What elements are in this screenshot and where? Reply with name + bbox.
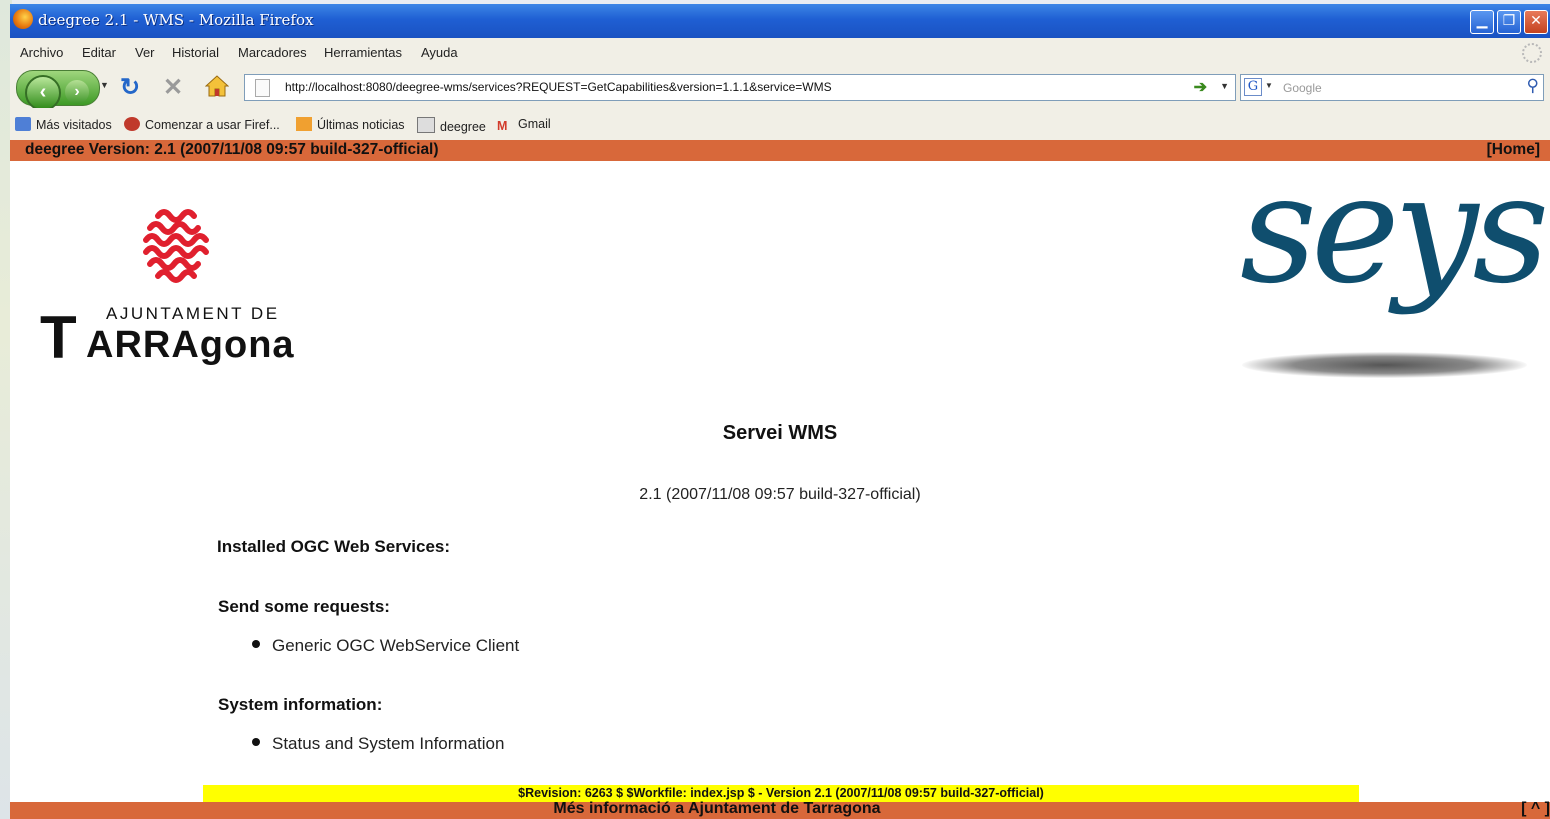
throbber-icon [1522, 43, 1542, 63]
url-dropdown-icon[interactable]: ▼ [1220, 81, 1229, 91]
logo-letter-t: T [40, 304, 77, 371]
bookmark-deegree[interactable]: deegree [417, 117, 486, 134]
tarragona-emblem [143, 209, 209, 283]
bullet-icon [252, 640, 260, 648]
browser-window: deegree 2.1 - WMS - Mozilla Firefox ▁ ❐ … [10, 4, 1550, 819]
seys-shadow [1242, 352, 1527, 378]
menu-bar: Archivo Editar Ver Historial Marcadores … [10, 38, 1550, 66]
status-link[interactable]: Status and System Information [272, 734, 504, 753]
window-title: deegree 2.1 - WMS - Mozilla Firefox [38, 11, 314, 29]
logo-line-ajuntament: AJUNTAMENT DE [106, 304, 280, 323]
page-version: 2.1 (2007/11/08 09:57 build-327-official… [639, 486, 921, 503]
firefox-bookmark-icon [124, 117, 140, 131]
title-bar[interactable]: deegree 2.1 - WMS - Mozilla Firefox ▁ ❐ … [10, 4, 1550, 38]
system-info-heading: System information: [218, 695, 383, 714]
version-text: deegree Version: 2.1 (2007/11/08 09:57 b… [25, 141, 439, 158]
go-arrow-icon[interactable]: ➔ [1194, 77, 1207, 97]
footer-link[interactable]: Més informació a Ajuntament de Tarragona [10, 800, 1424, 818]
back-forward-group: ‹ › [16, 70, 100, 111]
gmail-icon: M [497, 119, 508, 133]
bookmarks-toolbar: Más visitados Comenzar a usar Firef... Ú… [10, 108, 1550, 140]
search-icon[interactable]: ⚲ [1527, 76, 1539, 96]
menu-marcadores[interactable]: Marcadores [238, 45, 307, 60]
close-button[interactable]: ✕ [1524, 10, 1548, 34]
send-requests-heading: Send some requests: [218, 597, 390, 616]
url-text[interactable]: http://localhost:8080/deegree-wms/servic… [285, 80, 832, 94]
menu-herramientas[interactable]: Herramientas [324, 45, 402, 60]
folder-icon [15, 117, 31, 131]
bookmark-getting-started[interactable]: Comenzar a usar Firef... [124, 117, 280, 132]
logo-word-tarragona: ARRAgona [86, 324, 295, 366]
menu-ayuda[interactable]: Ayuda [421, 45, 458, 60]
back-button[interactable]: ‹ [25, 75, 61, 111]
menu-ver[interactable]: Ver [135, 45, 155, 60]
navigation-toolbar: ‹ › ▼ ↻ ✕ http://localhost:8080/deegree-… [10, 66, 1550, 111]
page-icon [255, 79, 270, 97]
engine-dropdown-icon[interactable]: ▼ [1265, 81, 1273, 90]
page-title: Servei WMS [722, 422, 838, 444]
bookmark-gmail[interactable]: M Gmail [497, 117, 551, 133]
tarragona-logo: AJUNTAMENT DE T ARRAgona [38, 204, 313, 379]
list-item-status: Status and System Information [252, 734, 504, 754]
menu-editar[interactable]: Editar [82, 45, 116, 60]
home-icon[interactable] [205, 75, 229, 97]
search-bar[interactable]: G ▼ Google ⚲ [1240, 74, 1544, 101]
seys-wordmark: seys [1240, 143, 1549, 317]
reload-icon[interactable]: ↻ [120, 73, 140, 102]
stop-icon[interactable]: ✕ [163, 73, 183, 102]
seys-logo: seys [1240, 150, 1549, 390]
menu-archivo[interactable]: Archivo [20, 45, 63, 60]
minimize-button[interactable]: ▁ [1470, 10, 1494, 34]
bookmark-most-visited[interactable]: Más visitados [15, 117, 112, 132]
google-engine-icon[interactable]: G [1244, 78, 1262, 96]
installed-services-heading: Installed OGC Web Services: [217, 537, 451, 556]
address-bar[interactable]: http://localhost:8080/deegree-wms/servic… [244, 74, 1236, 101]
list-item-ogc-client: Generic OGC WebService Client [252, 636, 519, 656]
page-content: deegree Version: 2.1 (2007/11/08 09:57 b… [10, 140, 1550, 819]
rss-icon [296, 117, 312, 131]
firefox-icon [13, 9, 33, 29]
search-input[interactable]: Google [1283, 81, 1322, 95]
forward-button[interactable]: › [65, 80, 89, 104]
history-dropdown-icon[interactable]: ▼ [100, 80, 109, 90]
ogc-client-link[interactable]: Generic OGC WebService Client [272, 636, 519, 655]
menu-historial[interactable]: Historial [172, 45, 219, 60]
footer-bar: Més informació a Ajuntament de Tarragona… [10, 800, 1550, 819]
maximize-button[interactable]: ❐ [1497, 10, 1521, 34]
back-to-top-link[interactable]: [ ^ ] [1521, 800, 1550, 818]
bookmark-latest-news[interactable]: Últimas noticias [296, 117, 405, 132]
bullet-icon [252, 738, 260, 746]
deegree-icon [417, 117, 435, 133]
